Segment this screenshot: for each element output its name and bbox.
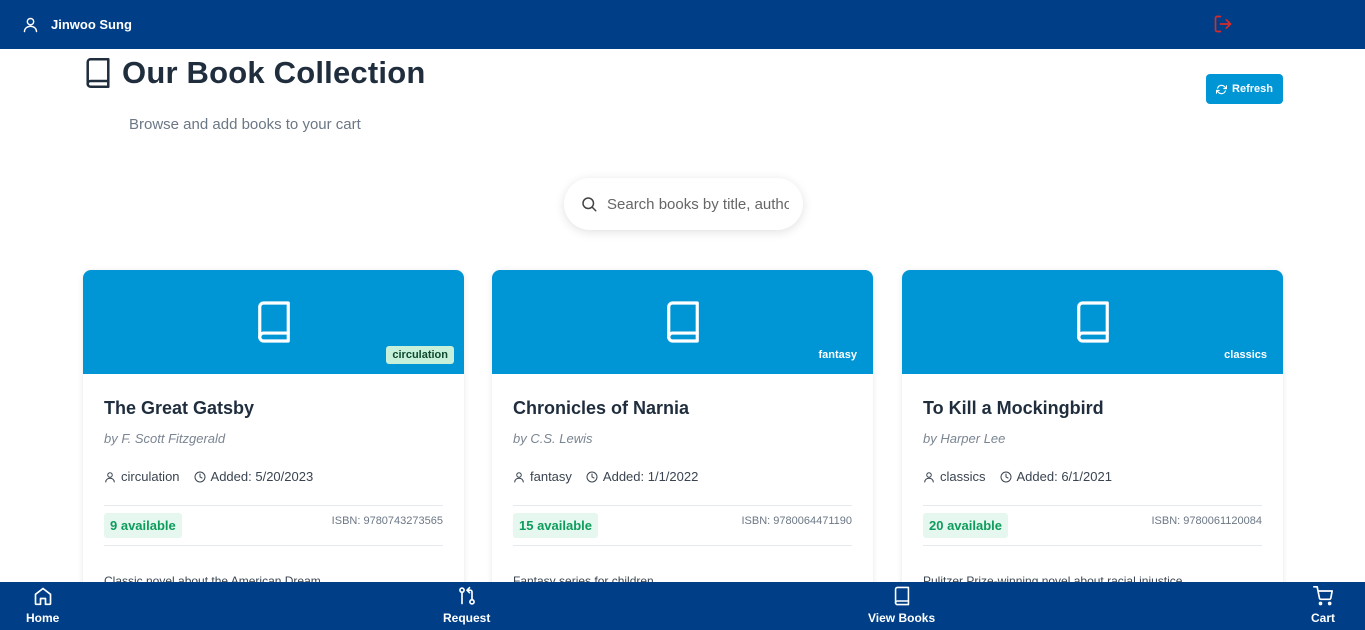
book-card-banner: fantasy [492,270,873,374]
book-category: circulation [121,469,180,484]
cart-icon [1313,586,1333,606]
user-icon [924,471,934,482]
nav-cart[interactable]: Cart [1311,586,1335,625]
book-author: by Harper Lee [923,431,1006,446]
git-pull-request-icon [458,586,475,605]
book-card[interactable]: fantasy Chronicles of Narnia by C.S. Lew… [492,270,873,610]
book-card-banner: circulation [83,270,464,374]
nav-view-books[interactable]: View Books [868,586,935,625]
book-category: classics [940,469,986,484]
nav-cart-label: Cart [1311,611,1336,625]
category-tag: fantasy [818,349,857,361]
book-meta: circulation Added: 5/20/2023 [104,469,443,484]
nav-request-label: Request [443,611,491,625]
book-isbn: ISBN: 9780064471190 [741,514,853,527]
top-bar: Jinwoo Sung [0,0,1365,49]
page-header: Our Book Collection [84,55,425,91]
book-title: Chronicles of Narnia [513,398,690,418]
user-name: Jinwoo Sung [51,17,132,32]
book-card-banner: classics [902,270,1283,374]
book-title: To Kill a Mockingbird [923,398,1104,418]
availability-badge: 15 available [513,513,598,538]
book-added-date: Added: 6/1/2021 [1016,469,1112,484]
book-meta: fantasy Added: 1/1/2022 [513,469,852,484]
book-icon [666,301,699,343]
nav-view-books-label: View Books [868,611,936,625]
availability-badge: 20 available [923,513,1008,538]
refresh-button[interactable]: Refresh [1206,74,1283,104]
search-icon [582,197,597,212]
divider [104,545,443,546]
search-input[interactable] [607,195,789,213]
book-icon [894,586,909,606]
book-title: The Great Gatsby [104,398,255,418]
availability-badge: 9 available [104,513,182,538]
book-meta: classics Added: 6/1/2021 [923,469,1262,484]
page-subtitle: Browse and add books to your cart [129,116,361,133]
logout-button[interactable] [1213,14,1233,39]
book-icon [86,58,110,88]
divider [513,545,852,546]
nav-home[interactable]: Home [26,586,59,625]
category-tag: circulation [386,346,454,364]
user-icon [514,471,524,482]
book-icon [1076,301,1109,343]
logout-icon [1214,15,1232,33]
clock-icon [194,471,206,482]
book-card[interactable]: circulation The Great Gatsby by F. Scott… [83,270,464,610]
book-card[interactable]: classics To Kill a Mockingbird by Harper… [902,270,1283,610]
home-icon [34,587,52,606]
book-author: by C.S. Lewis [513,431,593,446]
user-icon [23,17,38,33]
user-profile[interactable]: Jinwoo Sung [22,16,132,33]
book-added-date: Added: 1/1/2022 [602,469,699,484]
book-isbn: ISBN: 9780743273565 [331,514,443,527]
nav-home-label: Home [26,611,60,625]
book-isbn: ISBN: 9780061120084 [1151,514,1263,527]
clock-icon [1000,471,1012,482]
refresh-icon [1216,84,1228,94]
page-title: Our Book Collection [122,55,426,90]
search-bar [564,178,803,230]
refresh-label: Refresh [1232,83,1273,95]
category-tag: classics [1224,349,1267,361]
user-icon [105,471,115,482]
nav-request[interactable]: Request [443,586,490,625]
book-author: by F. Scott Fitzgerald [104,431,226,446]
book-added-date: Added: 5/20/2023 [210,469,314,484]
bottom-nav: Home Request View Books Cart [0,582,1365,630]
clock-icon [586,471,598,482]
book-category: fantasy [530,469,572,484]
book-icon [257,301,290,343]
divider [923,545,1262,546]
